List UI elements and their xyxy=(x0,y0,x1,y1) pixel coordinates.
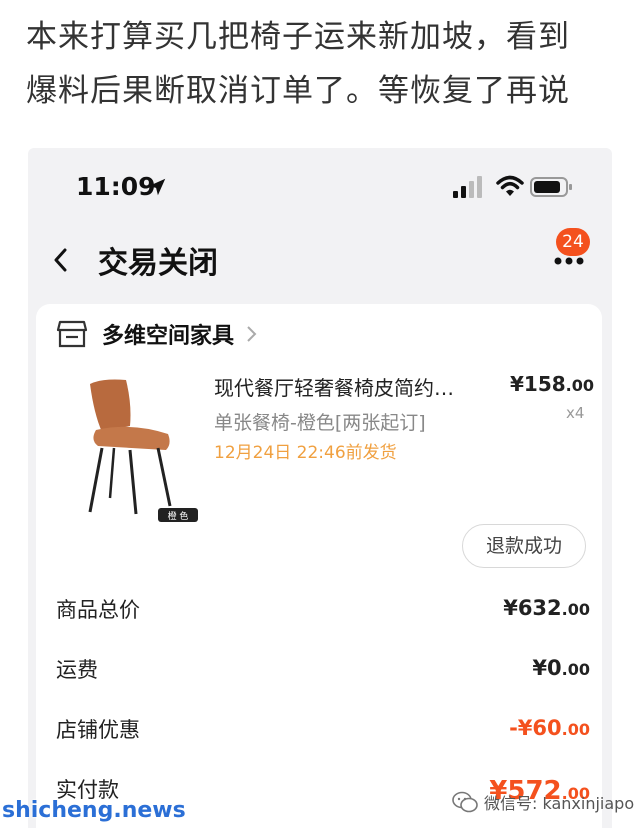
fee-value: ¥632.00 xyxy=(503,596,590,620)
shop-name: 多维空间家具 xyxy=(102,324,235,349)
wechat-watermark: 微信号: kanxinjiapo xyxy=(452,790,634,814)
caption-line-1: 本来打算买几把椅子运来新加坡，看到 xyxy=(26,19,570,55)
wechat-icon xyxy=(452,791,478,813)
product-image[interactable]: 橙 色 xyxy=(72,374,200,522)
fee-value-main: ¥0 xyxy=(532,656,562,680)
fee-label: 运费 xyxy=(56,658,98,682)
more-options-icon[interactable] xyxy=(554,256,584,266)
product-price: ¥158.00 xyxy=(510,372,594,396)
location-arrow-icon xyxy=(148,178,166,196)
fee-row-shop-discount: 店铺优惠 -¥60.00 xyxy=(56,714,590,750)
notification-badge: 24 xyxy=(556,228,590,256)
status-bar: 11:09 xyxy=(28,148,612,226)
fee-value-decimal: .00 xyxy=(561,600,590,619)
store-icon xyxy=(56,320,88,348)
ship-time: 12月24日 22:46前发货 xyxy=(214,443,397,463)
shop-header[interactable]: 多维空间家具 xyxy=(56,316,258,352)
post-caption: 本来打算买几把椅子运来新加坡，看到 爆料后果断取消订单了。等恢复了再说 xyxy=(26,10,616,118)
product-quantity: x4 xyxy=(566,404,585,422)
nav-bar: 交易关闭 24 xyxy=(28,228,612,296)
product-title[interactable]: 现代餐厅轻奢餐椅皮简约… xyxy=(214,372,484,401)
fee-label: 店铺优惠 xyxy=(56,718,140,742)
fee-value-main: ¥632 xyxy=(503,596,562,620)
site-watermark: shicheng.news xyxy=(2,798,186,823)
refund-success-button[interactable]: 退款成功 xyxy=(462,524,586,568)
fee-row-shipping: 运费 ¥0.00 xyxy=(56,654,590,690)
product-price-main: ¥158 xyxy=(510,372,566,396)
fee-row-subtotal: 商品总价 ¥632.00 xyxy=(56,594,590,630)
page-title: 交易关闭 xyxy=(98,246,218,281)
product-variant: 单张餐椅-橙色[两张起订] xyxy=(214,412,426,434)
fee-value-decimal: .00 xyxy=(561,720,590,739)
fee-value-main: -¥60 xyxy=(509,716,562,740)
fee-value: ¥0.00 xyxy=(532,656,590,680)
chevron-right-icon xyxy=(247,326,257,342)
fee-value: -¥60.00 xyxy=(509,716,590,740)
battery-icon xyxy=(530,177,572,197)
product-price-decimal: .00 xyxy=(565,376,595,395)
wechat-id: 微信号: kanxinjiapo xyxy=(484,794,635,813)
product-image-tag: 橙 色 xyxy=(168,510,189,522)
caption-line-2: 爆料后果断取消订单了。等恢复了再说 xyxy=(26,73,570,109)
cellular-signal-icon xyxy=(453,176,482,198)
wifi-icon xyxy=(496,175,524,196)
back-chevron-icon[interactable] xyxy=(50,244,72,276)
order-card: 多维空间家具 橙 色 现代餐厅轻奢餐椅皮简约… ¥158.00 单张餐椅-橙色[… xyxy=(36,304,602,828)
fee-value-decimal: .00 xyxy=(561,660,590,679)
phone-screenshot: 11:09 交易关闭 24 多维空间家具 橙 色 现代餐厅轻奢餐椅皮简约… ¥1… xyxy=(28,148,612,828)
status-time: 11:09 xyxy=(76,172,156,201)
fee-label: 商品总价 xyxy=(56,598,140,622)
